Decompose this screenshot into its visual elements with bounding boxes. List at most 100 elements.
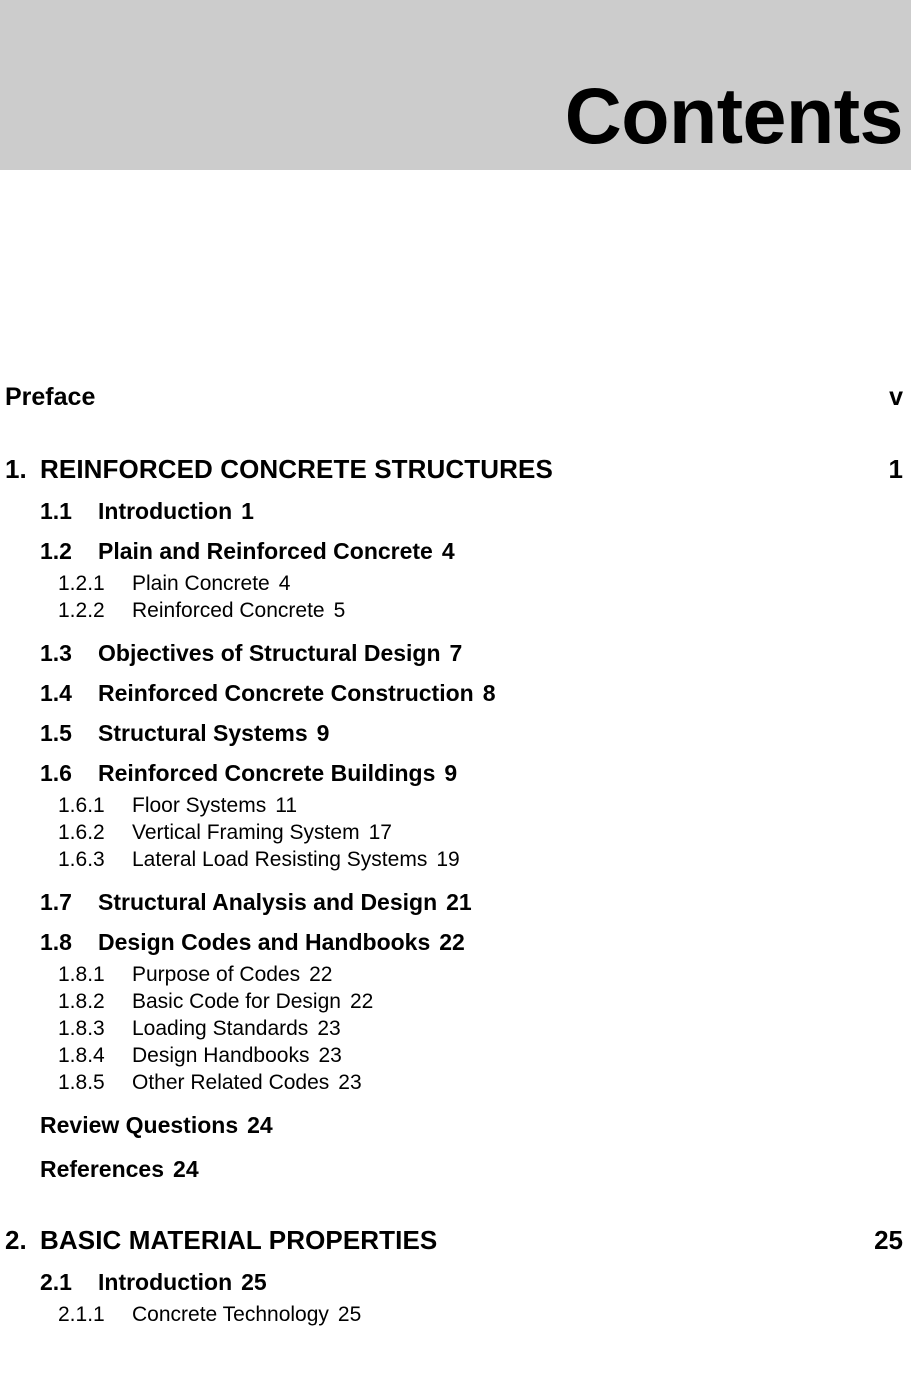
toc-subsection-row[interactable]: 1.8.5 Other Related Codes 23 (0, 1071, 911, 1098)
toc-subsection-row[interactable]: 1.2.2 Reinforced Concrete 5 (0, 599, 911, 626)
toc-entry-page: 25 (241, 1269, 267, 1295)
toc-section-row[interactable]: 1.1 Introduction 1 (0, 498, 911, 528)
toc-entry-label: Lateral Load Resisting Systems (132, 848, 428, 871)
toc-section-row[interactable]: 1.6 Reinforced Concrete Buildings 9 (0, 760, 911, 790)
toc-entry-page: 1 (888, 454, 903, 484)
toc-entry-page: 21 (446, 889, 472, 915)
toc-entry-number: 1.5 (40, 720, 72, 746)
toc-entry-label: Reinforced Concrete (132, 599, 325, 622)
toc-entry-page: 22 (309, 963, 333, 986)
toc-entry-label: Other Related Codes (132, 1071, 330, 1094)
toc-entry-label: Basic Code for Design (132, 990, 341, 1013)
table-of-contents: Preface v 1. REINFORCED CONCRETE STRUCTURES… (0, 170, 911, 1330)
toc-section-row[interactable]: 1.7 Structural Analysis and Design 21 (0, 889, 911, 919)
toc-entry-number: 1.8.1 (58, 963, 105, 986)
toc-entry-page: v (889, 383, 903, 411)
toc-entry-label: Objectives of Structural Design (98, 640, 441, 666)
toc-entry-page: 4 (441, 538, 455, 564)
page-title: Contents (564, 71, 904, 160)
toc-subsection-row[interactable]: 2.1.1 Concrete Technology 25 (0, 1303, 911, 1330)
toc-entry-label: REINFORCED CONCRETE STRUCTURES (40, 454, 553, 484)
toc-entry-page: 17 (368, 821, 392, 844)
toc-entry-number: 1.6 (40, 760, 72, 786)
toc-entry-number: 1. (5, 454, 27, 484)
toc-subsection-row[interactable]: 1.8.4 Design Handbooks 23 (0, 1044, 911, 1071)
toc-entry-label: Floor Systems (132, 794, 267, 817)
toc-entry-label: Review Questions (40, 1112, 239, 1138)
toc-entry-label: Plain and Reinforced Concrete (98, 538, 433, 564)
toc-entry-label: Reinforced Concrete Buildings (98, 760, 436, 786)
toc-entry-number: 1.7 (40, 889, 72, 915)
toc-entry-number: 1.6.3 (58, 848, 105, 871)
toc-entry-label: Structural Systems (98, 720, 308, 746)
toc-section-row[interactable]: Review Questions 24 (0, 1112, 911, 1142)
toc-subsection-row[interactable]: 1.6.3 Lateral Load Resisting Systems 19 (0, 848, 911, 875)
toc-entry-page: 23 (317, 1017, 341, 1040)
toc-entry-number: 2.1.1 (58, 1303, 105, 1326)
toc-entry-page: 22 (439, 929, 465, 955)
toc-entry-number: 2. (5, 1225, 27, 1255)
toc-entry-number: 1.8.3 (58, 1017, 105, 1040)
toc-entry-label: Reinforced Concrete Construction (98, 680, 474, 706)
toc-entry-page: 22 (349, 990, 374, 1013)
toc-entry-number: 1.2.2 (58, 599, 105, 622)
toc-entry-page: 11 (275, 794, 298, 817)
toc-entry-label: BASIC MATERIAL PROPERTIES (40, 1225, 438, 1255)
toc-entry-page: 19 (436, 848, 460, 871)
toc-entry-number: 1.8.4 (58, 1044, 105, 1067)
toc-section-row[interactable]: 1.2 Plain and Reinforced Concrete 4 (0, 538, 911, 568)
toc-section-row[interactable]: References 24 (0, 1156, 911, 1186)
toc-chapter-row[interactable]: 2. BASIC MATERIAL PROPERTIES 25 (0, 1225, 911, 1259)
toc-subsection-row[interactable]: 1.8.3 Loading Standards 23 (0, 1017, 911, 1044)
toc-entry-page: 24 (247, 1112, 273, 1138)
toc-entry-label: Design Handbooks (132, 1044, 310, 1067)
toc-entry-page: 1 (241, 498, 254, 524)
toc-entry-label: Purpose of Codes (132, 963, 301, 986)
toc-chapter-row[interactable]: 1. REINFORCED CONCRETE STRUCTURES 1 (0, 454, 911, 488)
header-band: Contents (0, 0, 911, 170)
toc-entry-number: 1.8 (40, 929, 72, 955)
toc-entry-page: 25 (874, 1225, 903, 1255)
toc-entry-page: 25 (337, 1303, 362, 1326)
toc-entry-label: Introduction (98, 498, 233, 524)
toc-entry-number: 2.1 (40, 1269, 72, 1295)
toc-section-row[interactable]: 2.1 Introduction 25 (0, 1269, 911, 1299)
toc-front-matter-row[interactable]: Preface v (0, 383, 911, 415)
toc-entry-page: 8 (482, 680, 496, 706)
toc-section-row[interactable]: 1.4 Reinforced Concrete Construction 8 (0, 680, 911, 710)
toc-subsection-row[interactable]: 1.6.2 Vertical Framing System 17 (0, 821, 911, 848)
toc-entry-number: 1.1 (40, 498, 72, 524)
toc-entry-page: 4 (278, 572, 291, 595)
toc-entry-number: 1.8.2 (58, 990, 105, 1013)
toc-entry-number: 1.6.2 (58, 821, 105, 844)
toc-entry-label: Preface (5, 383, 96, 411)
toc-subsection-row[interactable]: 1.2.1 Plain Concrete 4 (0, 572, 911, 599)
toc-entry-page: 24 (173, 1156, 199, 1182)
toc-entry-page: 7 (449, 640, 463, 666)
toc-entry-number: 1.6.1 (58, 794, 105, 817)
toc-entry-number: 1.3 (40, 640, 72, 666)
toc-entry-label: Design Codes and Handbooks (98, 929, 431, 955)
toc-entry-page: 5 (333, 599, 346, 622)
toc-entry-page: 23 (318, 1044, 342, 1067)
toc-subsection-row[interactable]: 1.8.2 Basic Code for Design 22 (0, 990, 911, 1017)
toc-subsection-row[interactable]: 1.6.1 Floor Systems 11 (0, 794, 911, 821)
toc-section-row[interactable]: 1.5 Structural Systems 9 (0, 720, 911, 750)
toc-entry-number: 1.8.5 (58, 1071, 105, 1094)
toc-section-row[interactable]: 1.3 Objectives of Structural Design 7 (0, 640, 911, 670)
toc-subsection-row[interactable]: 1.8.1 Purpose of Codes 22 (0, 963, 911, 990)
toc-entry-label: Loading Standards (132, 1017, 309, 1040)
toc-entry-number: 1.2.1 (58, 572, 105, 595)
toc-entry-number: 1.2 (40, 538, 72, 564)
toc-entry-label: Plain Concrete (132, 572, 270, 595)
toc-entry-label: Vertical Framing System (132, 821, 360, 844)
toc-entry-label: Introduction (98, 1269, 233, 1295)
toc-entry-page: 9 (444, 760, 458, 786)
toc-entry-label: Concrete Technology (132, 1303, 329, 1326)
toc-entry-number: 1.4 (40, 680, 72, 706)
toc-entry-page: 9 (316, 720, 330, 746)
toc-entry-label: Structural Analysis and Design (98, 889, 438, 915)
toc-entry-page: 23 (338, 1071, 362, 1094)
toc-section-row[interactable]: 1.8 Design Codes and Handbooks 22 (0, 929, 911, 959)
toc-entry-label: References (40, 1156, 165, 1182)
